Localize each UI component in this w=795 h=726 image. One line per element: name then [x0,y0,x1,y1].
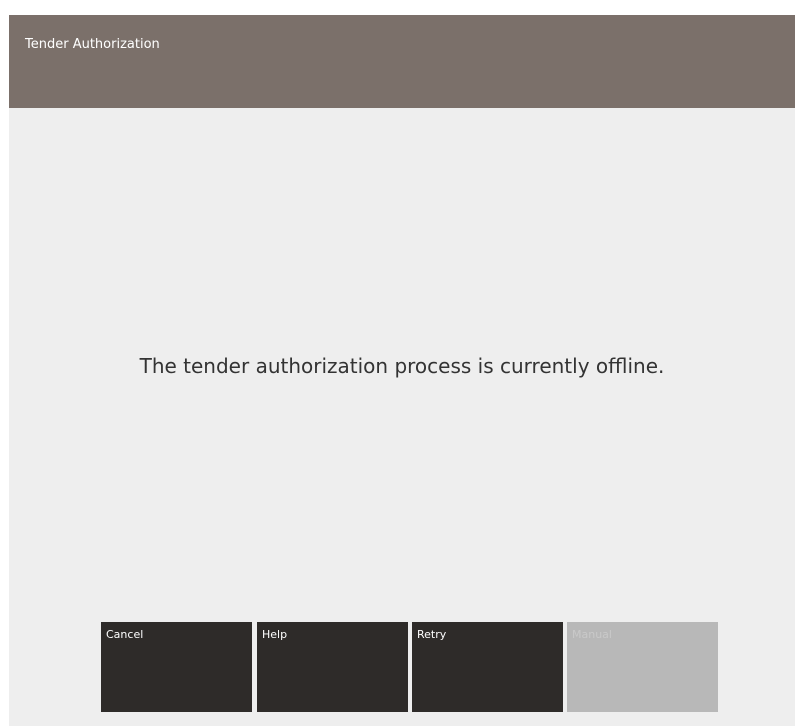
cancel-button-label: Cancel [106,628,144,641]
title-bar: Tender Authorization [9,15,795,108]
help-button-label: Help [262,628,288,641]
retry-button[interactable]: Retry [412,622,563,712]
tender-authorization-window: Tender Authorization The tender authoriz… [9,15,795,726]
manual-button: Manual [567,622,718,712]
window-title: Tender Authorization [25,37,160,52]
cancel-button[interactable]: Cancel [101,622,252,712]
help-button[interactable]: Help [257,622,408,712]
retry-button-label: Retry [417,628,447,641]
offline-message: The tender authorization process is curr… [139,354,665,378]
manual-button-label: Manual [572,628,612,641]
button-bar: Cancel Help Retry Manual [101,622,721,712]
